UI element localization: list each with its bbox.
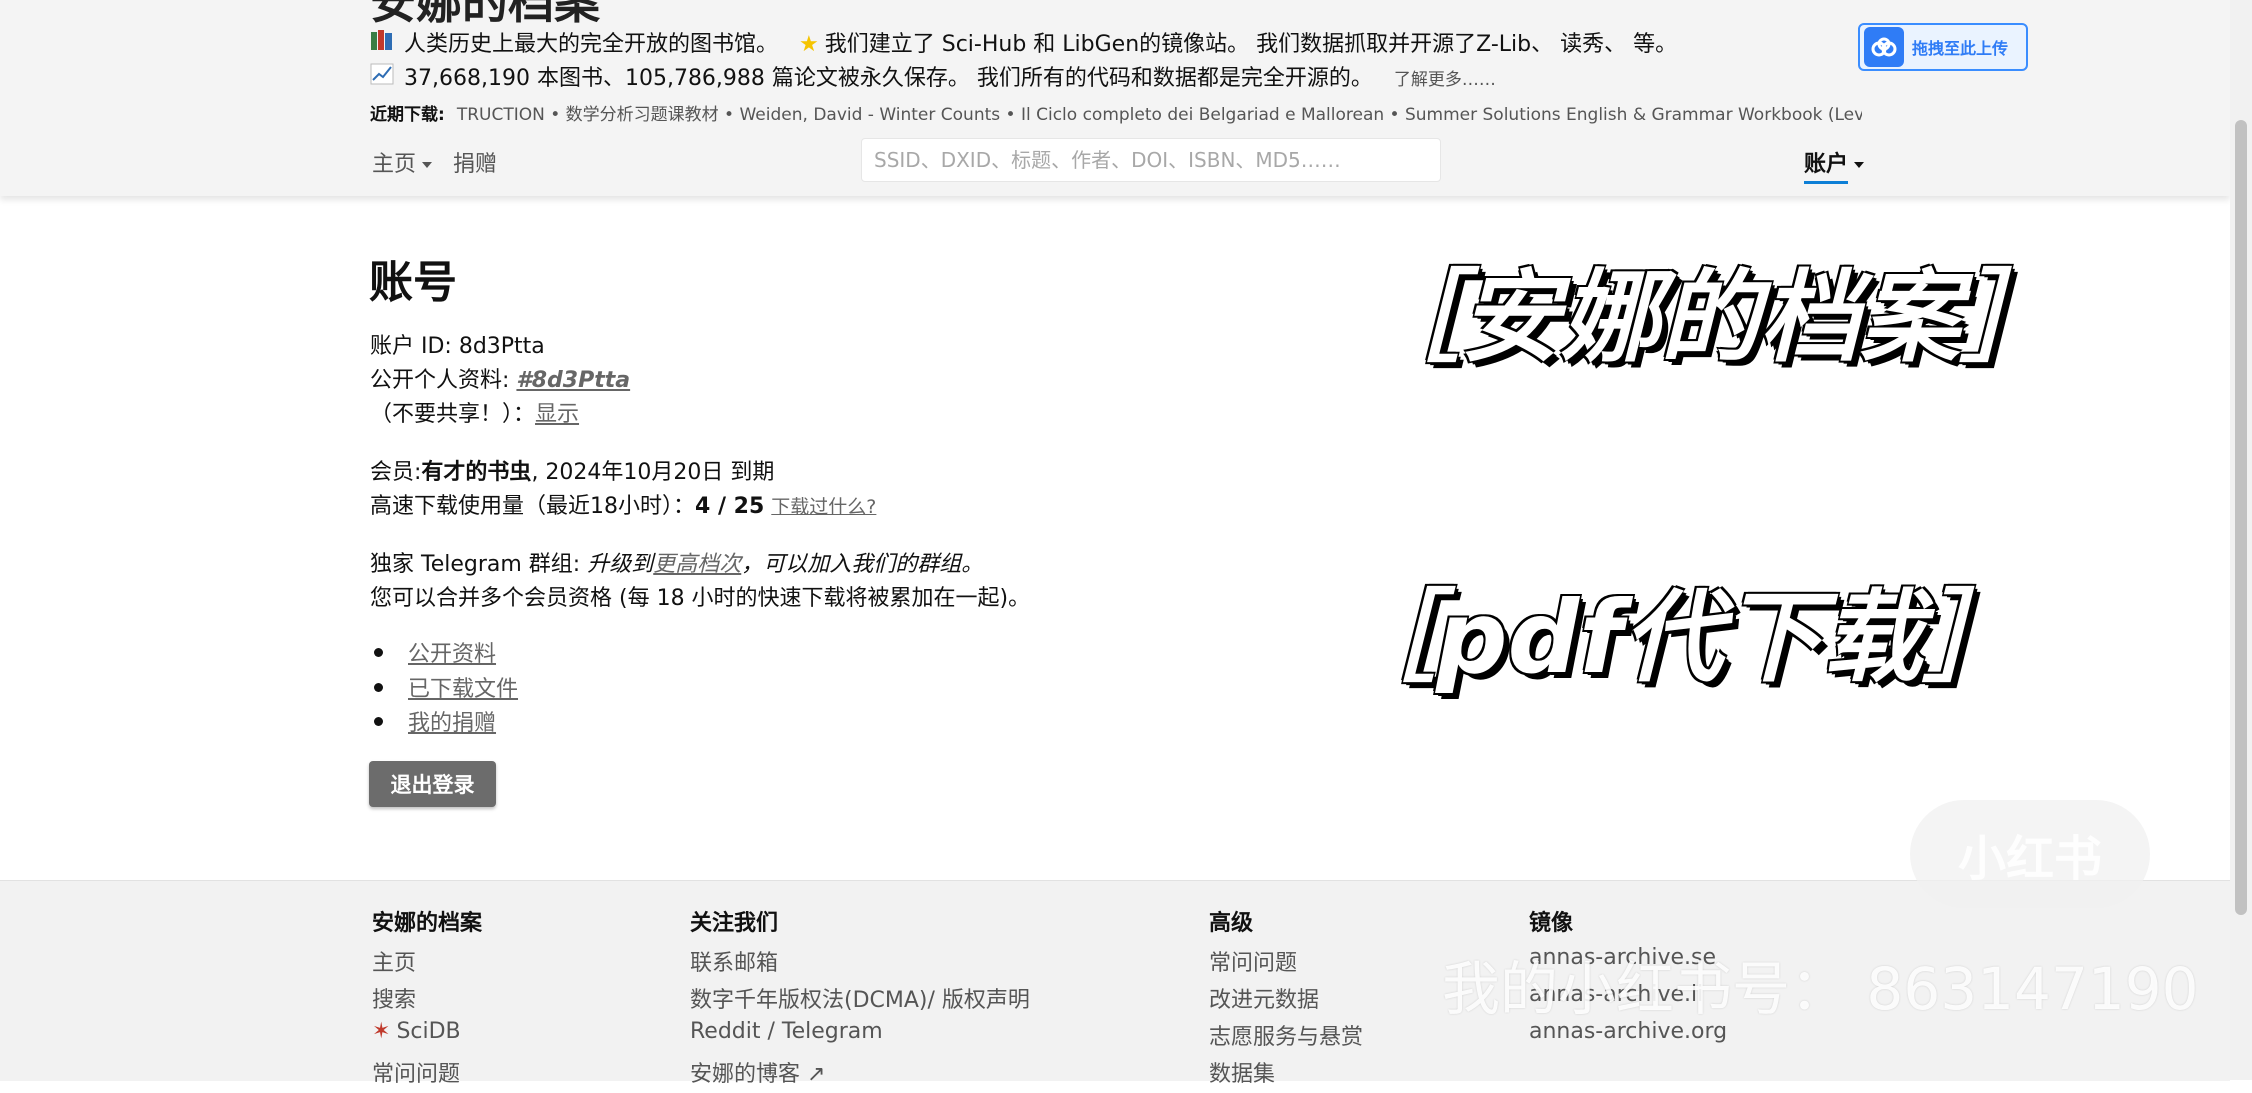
membership-expiry: , 2024年10月20日 到期 [531,460,775,485]
info-line-1: 人类历史上最大的完全开放的图书馆。 ★ 我们建立了 Sci-Hub 和 LibGe… [370,26,1677,58]
nav-home-dropdown[interactable]: 主页 [372,146,433,178]
dna-icon: ✶ [372,1019,391,1044]
telegram-text-a: 升级到 [587,552,654,577]
overlay-title: ［安娜的档案］ [1360,259,2060,376]
footer-link-scidb[interactable]: ✶ SciDB [372,1019,482,1056]
chevron-down-icon [422,162,433,168]
footer-heading: 关注我们 [690,911,779,936]
cloud-upload-icon [1864,27,1904,67]
footer-link-datasets[interactable]: 数据集 [1209,1056,1363,1093]
footer-link-home[interactable]: 主页 [372,945,482,982]
recent-downloads-items[interactable]: TRUCTION • 数学分析习题课教材 • Weiden, David - W… [457,105,1862,125]
books-icon [370,29,396,57]
upload-button-label: 拖拽至此上传 [1912,39,2009,58]
public-profile-label: 公开个人资料: [370,368,510,393]
learn-more-link[interactable]: 了解更多…… [1394,70,1496,90]
public-profile-row: 公开个人资料: #8d3Ptta [370,362,630,394]
upload-drop-button[interactable]: 拖拽至此上传 [1858,23,2028,71]
show-secret-link[interactable]: 显示 [535,402,579,427]
search-input[interactable] [861,138,1441,182]
account-links: 公开资料 已下载文件 我的捐赠 [370,636,518,740]
info-text-a: 人类历史上最大的完全开放的图书馆。 [404,32,779,57]
membership-tier: 有才的书虫 [421,460,532,485]
chart-icon [370,63,396,91]
membership-row: 会员:有才的书虫, 2024年10月20日 到期 [370,454,774,486]
watermark-id: 我的小红书号： 863147190 [1442,955,2199,1023]
info-text-b: 我们建立了 Sci-Hub 和 LibGen的镜像站。 我们数据抓取并开源了Z-… [824,32,1678,57]
footer-col-advanced: 高级 常问问题 改进元数据 志愿服务与悬赏 数据集 [1209,905,1363,1093]
membership-label: 会员: [370,460,422,485]
list-item: 已下载文件 [370,671,518,706]
upgrade-tier-link[interactable]: 更高档次 [653,552,741,577]
telegram-text-b: ，可以加入我们的群组。 [741,552,984,577]
fast-download-row: 高速下载使用量（最近18小时）：4 / 25 下载过什么? [370,488,876,520]
page-title: 账号 [369,257,457,308]
account-label: 账户 [1804,152,1849,184]
footer-link-dmca[interactable]: 数字千年版权法(DCMA)/ 版权声明 [690,982,1030,1019]
telegram-row: 独家 Telegram 群组: 升级到更高档次，可以加入我们的群组。 [370,546,983,578]
downloaded-link[interactable]: 下载过什么? [771,496,876,518]
star-icon: ★ [799,32,819,57]
nav-donate[interactable]: 捐赠 [453,146,497,178]
scrollbar-thumb[interactable] [2235,120,2247,915]
secret-key-label: （不要共享！）： [370,402,536,427]
recent-downloads-label: 近期下载: [370,105,445,125]
chevron-down-icon [1854,162,1865,168]
fast-download-label: 高速下载使用量（最近18小时）： [370,494,695,519]
secret-key-row: （不要共享！）：显示 [370,396,579,428]
fast-download-usage: 4 / 25 [695,494,765,519]
footer-link-search[interactable]: 搜索 [372,982,482,1019]
telegram-label: 独家 Telegram 群组: [370,552,581,577]
watermark-logo: 小红书 [1910,800,2150,908]
overlay-subtitle: ［pdf代下载］ [1336,579,2023,696]
account-dropdown[interactable]: 账户 [1804,146,1865,184]
footer-link-improve-metadata[interactable]: 改进元数据 [1209,982,1363,1019]
footer-link-faq[interactable]: 常问问题 [372,1056,482,1093]
footer-col-follow: 关注我们 联系邮箱 数字千年版权法(DCMA)/ 版权声明 Reddit / T… [690,905,1030,1093]
site-header: 安娜的档案 人类历史上最大的完全开放的图书馆。 ★ 我们建立了 Sci-Hub 和… [0,0,2230,196]
recent-downloads: 近期下载: TRUCTION • 数学分析习题课教材 • Weiden, Davi… [370,100,1862,125]
combine-membership-note: 您可以合并多个会员资格 (每 18 小时的快速下载将被累加在一起)。 [370,586,1031,611]
footer-col-archive: 安娜的档案 主页 搜索 ✶ SciDB 常问问题 [372,905,482,1093]
footer-link-reddit-telegram[interactable]: Reddit / Telegram [690,1019,1030,1056]
nav-home-label: 主页 [372,152,417,177]
footer-heading: 安娜的档案 [372,911,483,936]
footer-link-faq-advanced[interactable]: 常问问题 [1209,945,1363,982]
logout-button[interactable]: 退出登录 [369,761,496,807]
vertical-scrollbar[interactable] [2230,0,2252,1080]
footer-heading: 镜像 [1529,911,1574,936]
footer-link-volunteer[interactable]: 志愿服务与悬赏 [1209,1019,1363,1056]
downloaded-files-link[interactable]: 已下载文件 [408,677,518,702]
list-item: 公开资料 [370,636,518,671]
stats-text: 37,668,190 本图书、105,786,988 篇论文被永久保存。 我们所… [404,66,1373,91]
footer-heading: 高级 [1209,911,1254,936]
footer-link-blog[interactable]: 安娜的博客 ↗ [690,1056,1030,1093]
public-profile-list-link[interactable]: 公开资料 [408,642,496,667]
my-donations-link[interactable]: 我的捐赠 [408,711,496,736]
footer-link-email[interactable]: 联系邮箱 [690,945,1030,982]
list-item: 我的捐赠 [370,705,518,740]
info-line-2: 37,668,190 本图书、105,786,988 篇论文被永久保存。 我们所… [370,60,1496,92]
account-id: 账户 ID: 8d3Ptta [370,334,545,359]
footer-link-scidb-label: SciDB [396,1019,461,1044]
public-profile-link[interactable]: #8d3Ptta [516,368,630,393]
